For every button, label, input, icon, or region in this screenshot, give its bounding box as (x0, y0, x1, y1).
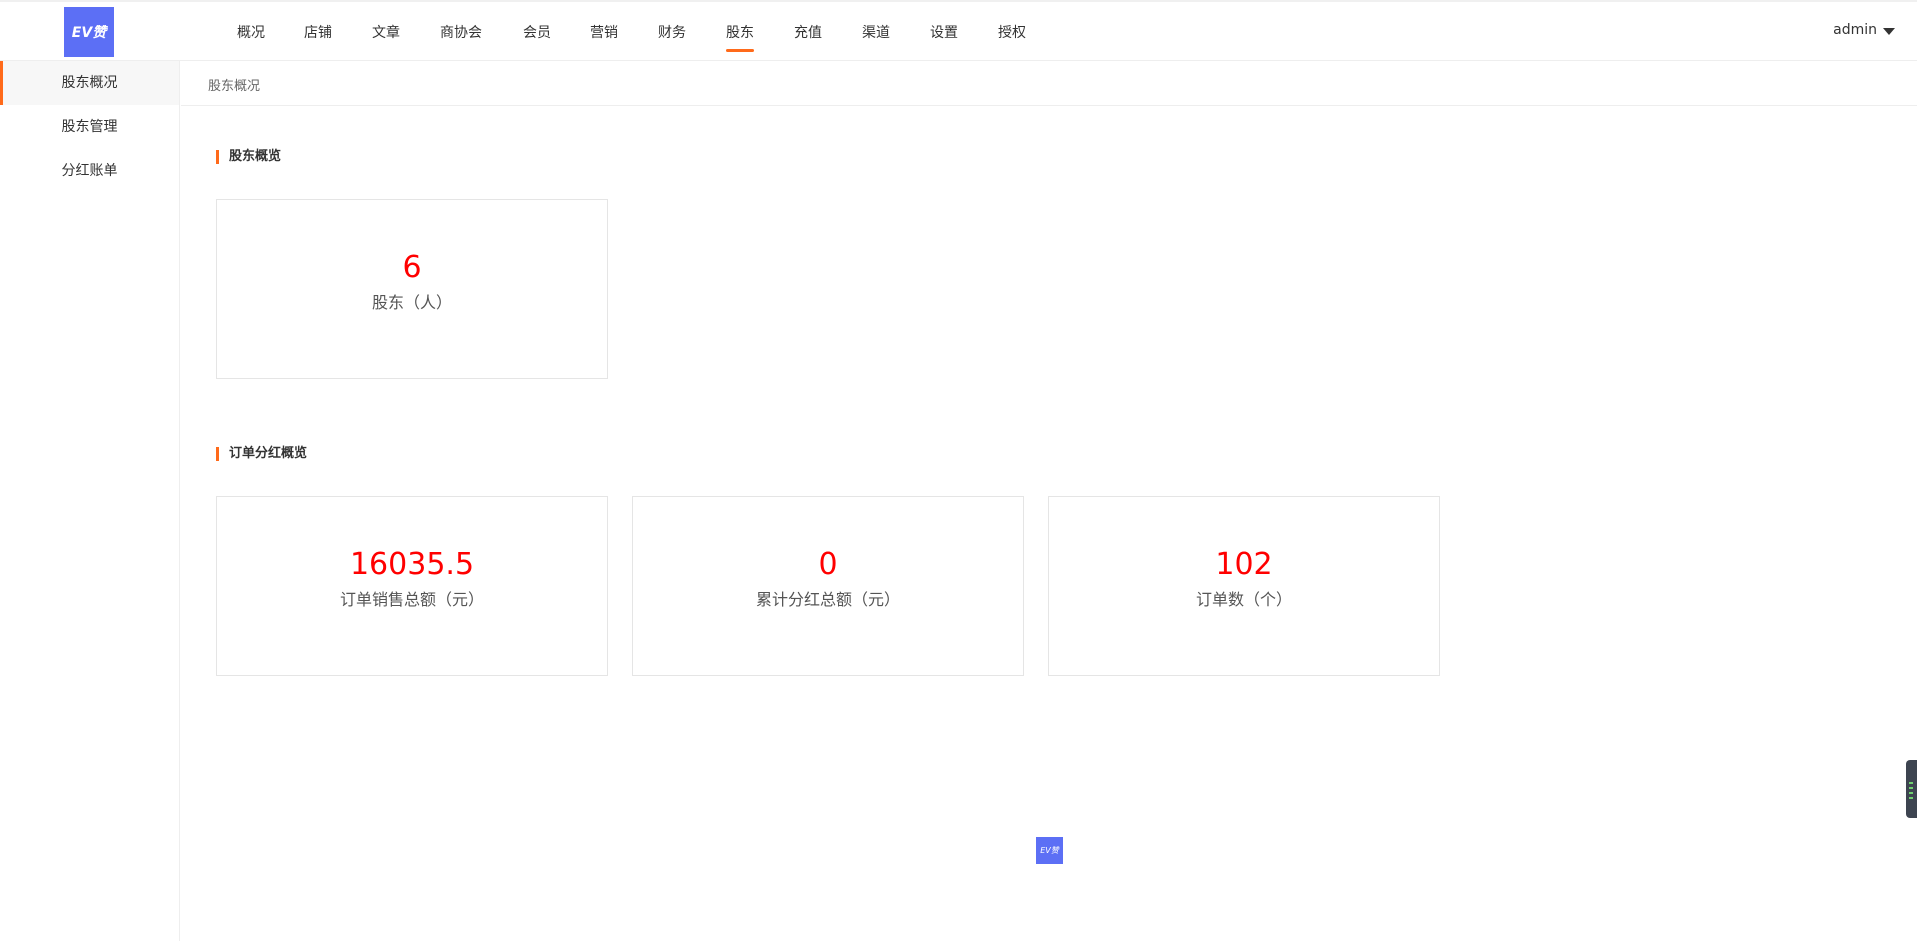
section-title-order-dividend-overview: 订单分红概览 (216, 447, 307, 461)
top-header: EV赞 概况 店铺 文章 商协会 会员 营销 财务 股东 充值 渠道 设置 授权… (0, 0, 1917, 61)
nav-item-members[interactable]: 会员 (523, 22, 551, 42)
nav-item-channels[interactable]: 渠道 (862, 22, 890, 42)
nav-item-articles[interactable]: 文章 (372, 22, 400, 42)
stat-value: 16035.5 (349, 547, 475, 582)
widget-indicator-icon (1909, 787, 1913, 789)
stat-label: 股东（人） (371, 293, 452, 312)
nav-item-settings[interactable]: 设置 (930, 22, 958, 42)
nav-item-recharge[interactable]: 充值 (794, 22, 822, 42)
stat-card-shareholders: 6 股东（人） (216, 199, 608, 379)
sidebar-item-label: 股东管理 (61, 119, 118, 135)
sidebar-item-label: 分红账单 (61, 163, 118, 179)
nav-item-marketing[interactable]: 营销 (590, 22, 618, 42)
footer-logo-text: EV赞 (1040, 846, 1059, 855)
nav-item-shareholders[interactable]: 股东 (726, 22, 754, 42)
breadcrumb-bar: 股东概况 (181, 61, 1917, 106)
active-nav-indicator (726, 49, 754, 52)
stat-label: 累计分红总额（元） (755, 590, 900, 609)
caret-down-icon (1883, 27, 1895, 35)
main-nav: 概况 店铺 文章 商协会 会员 营销 财务 股东 充值 渠道 设置 授权 (0, 2, 1100, 63)
sidebar-item-shareholder-overview[interactable]: 股东概况 (0, 61, 179, 105)
widget-indicator-icon (1909, 782, 1913, 784)
nav-item-shops[interactable]: 店铺 (304, 22, 332, 42)
stat-label: 订单数（个） (1195, 590, 1292, 609)
nav-item-finance[interactable]: 财务 (658, 22, 686, 42)
footer-logo: EV赞 (1036, 837, 1063, 864)
nav-item-overview[interactable]: 概况 (237, 22, 265, 42)
stat-card-sales-total: 16035.5 订单销售总额（元） (216, 496, 608, 676)
sidebar-item-shareholder-management[interactable]: 股东管理 (0, 105, 179, 149)
section-title-shareholder-overview: 股东概览 (216, 150, 281, 164)
sidebar-item-dividend-bills[interactable]: 分红账单 (0, 149, 179, 193)
widget-indicator-icon (1909, 792, 1913, 794)
sidebar: 股东概况 股东管理 分红账单 (0, 61, 180, 941)
user-name: admin (1833, 22, 1877, 38)
stat-value: 102 (1215, 547, 1273, 582)
stat-value: 6 (402, 250, 422, 285)
floating-side-widget[interactable] (1906, 760, 1917, 818)
nav-item-chamber[interactable]: 商协会 (440, 22, 482, 42)
stat-card-dividend-total: 0 累计分红总额（元） (632, 496, 1024, 676)
sidebar-item-label: 股东概况 (61, 75, 118, 91)
breadcrumb: 股东概况 (208, 79, 261, 94)
stat-card-order-count: 102 订单数（个） (1048, 496, 1440, 676)
user-menu[interactable]: admin (1833, 22, 1895, 38)
stat-label: 订单销售总额（元） (339, 590, 484, 609)
stat-value: 0 (818, 547, 838, 582)
nav-item-authorization[interactable]: 授权 (998, 22, 1026, 42)
widget-indicator-icon (1909, 797, 1913, 799)
